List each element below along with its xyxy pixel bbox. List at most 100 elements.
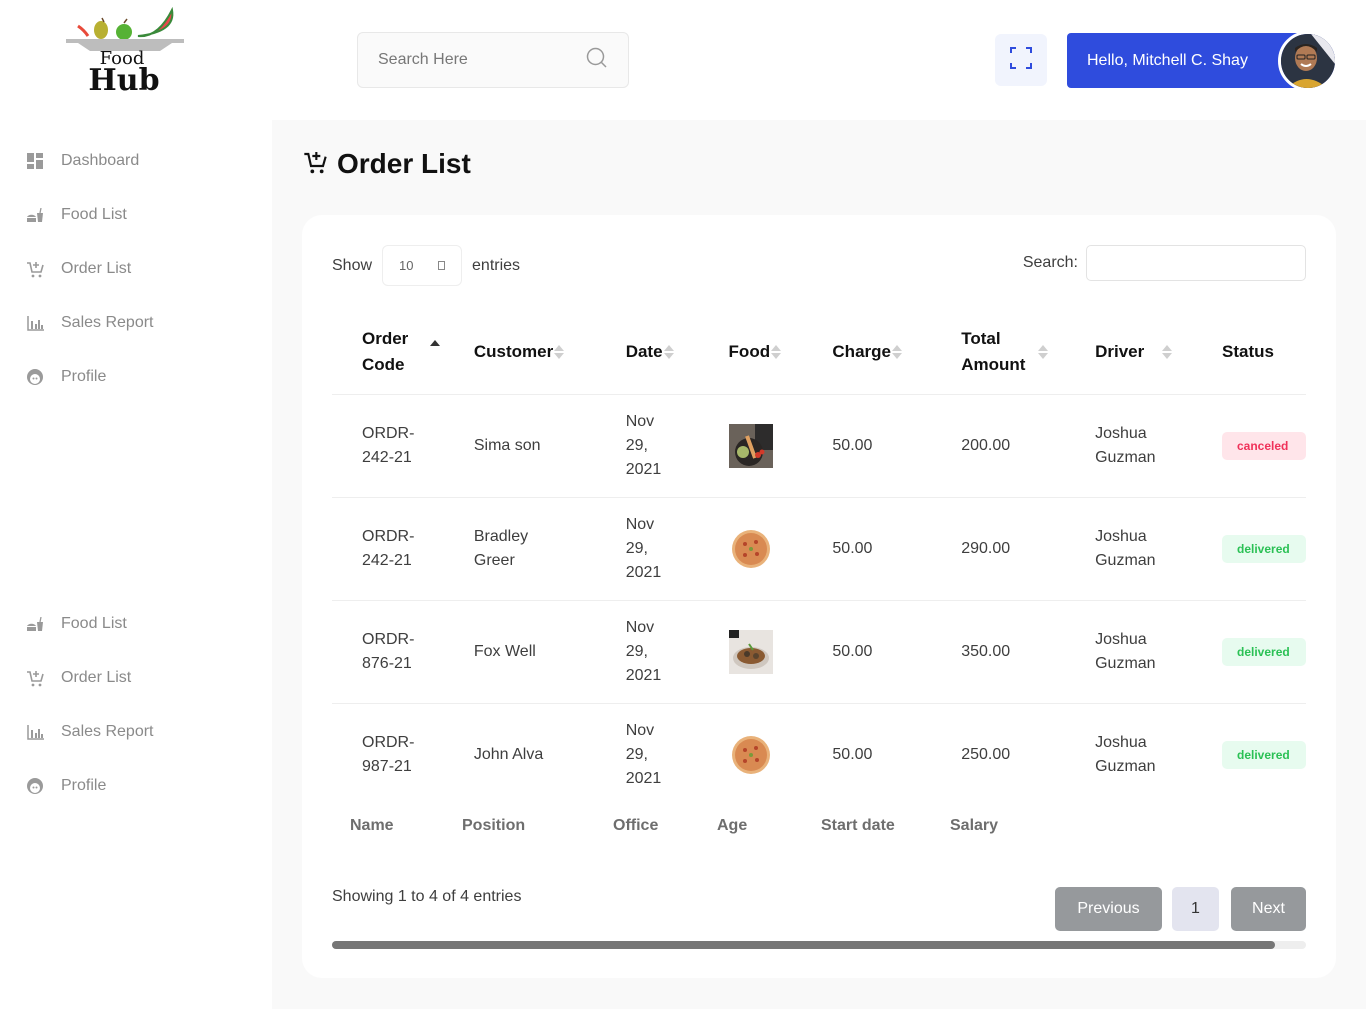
column-header-customer[interactable]: Customer xyxy=(474,310,626,394)
sort-icon xyxy=(1162,345,1172,359)
table-row[interactable]: ORDR-242-21Sima sonNov 29, 202150.00200.… xyxy=(332,394,1306,497)
order-table: Order Code Customer Date Food Charge Tot… xyxy=(332,310,1306,806)
total-amount-cell: 290.00 xyxy=(961,497,1095,600)
table-search-label: Search: xyxy=(1023,254,1078,272)
footer-column-salary: Salary xyxy=(950,817,998,835)
show-label: Show xyxy=(332,257,372,275)
sidebar-item-label: Order List xyxy=(61,669,131,687)
chart-icon xyxy=(26,723,44,741)
horizontal-scrollbar[interactable] xyxy=(332,941,1306,949)
column-header-order-code[interactable]: Order Code xyxy=(332,310,474,394)
table-row[interactable]: ORDR-876-21Fox WellNov 29, 202150.00350.… xyxy=(332,600,1306,703)
footer-column-office: Office xyxy=(613,817,717,835)
entries-select-value: 10 xyxy=(399,258,413,273)
column-header-food[interactable]: Food xyxy=(729,310,833,394)
sidebar-item-label: Profile xyxy=(61,368,106,386)
sort-icon xyxy=(664,345,674,359)
sort-icon xyxy=(554,345,564,359)
sidebar-item-label: Sales Report xyxy=(61,314,154,332)
cart-icon xyxy=(303,150,327,179)
customer-cell: Fox Well xyxy=(474,600,626,703)
food-icon xyxy=(26,206,44,224)
charge-cell: 50.00 xyxy=(832,703,961,806)
profile-icon xyxy=(26,777,44,795)
next-button[interactable]: Next xyxy=(1231,887,1306,931)
status-cell: delivered xyxy=(1222,600,1306,703)
cart-icon xyxy=(26,669,44,687)
table-info: Showing 1 to 4 of 4 entries xyxy=(332,888,521,906)
sort-icon xyxy=(892,345,902,359)
entries-select[interactable]: 10 xyxy=(382,245,462,286)
driver-cell: Joshua Guzman xyxy=(1095,600,1222,703)
fullscreen-button[interactable] xyxy=(995,34,1047,86)
pizza-image xyxy=(729,527,833,571)
sidebar-item-label: Dashboard xyxy=(61,152,139,170)
driver-cell: Joshua Guzman xyxy=(1095,394,1222,497)
table-row[interactable]: ORDR-987-21John AlvaNov 29, 202150.00250… xyxy=(332,703,1306,806)
sort-icon xyxy=(771,345,781,359)
column-header-charge[interactable]: Charge xyxy=(832,310,961,394)
sidebar-item-order-list[interactable]: Order List xyxy=(0,651,272,705)
food-cell xyxy=(729,394,833,497)
column-header-status: Status xyxy=(1222,310,1306,394)
table-search-input[interactable] xyxy=(1086,245,1306,281)
total-amount-cell: 350.00 xyxy=(961,600,1095,703)
sidebar-item-label: Food List xyxy=(61,615,127,633)
sidebar-item-label: Profile xyxy=(61,777,106,795)
header-search-input[interactable] xyxy=(378,51,586,69)
chevron-down-icon xyxy=(438,261,445,270)
footer-column-position: Position xyxy=(462,817,613,835)
food-hub-logo[interactable]: Food Hub xyxy=(64,6,188,96)
total-amount-cell: 250.00 xyxy=(961,703,1095,806)
driver-cell: Joshua Guzman xyxy=(1095,703,1222,806)
user-greeting-button[interactable]: Hello, Mitchell C. Shay xyxy=(1067,33,1309,88)
sidebar-item-sales-report[interactable]: Sales Report xyxy=(0,705,272,759)
avatar[interactable] xyxy=(1278,31,1338,91)
scrollbar-thumb[interactable] xyxy=(332,941,1275,949)
sidebar-item-label: Order List xyxy=(61,260,131,278)
sidebar-item-order-list[interactable]: Order List xyxy=(0,242,272,296)
status-cell: delivered xyxy=(1222,703,1306,806)
pasta-plate-image xyxy=(729,630,833,674)
sort-icon xyxy=(1038,345,1048,359)
sidebar-nav-repeat: Food List Order List Sales Report Profil… xyxy=(0,597,272,813)
footer-column-age: Age xyxy=(717,817,821,835)
sidebar-item-sales-report[interactable]: Sales Report xyxy=(0,296,272,350)
entries-length-control: Show 10 entries xyxy=(332,245,520,286)
food-cell xyxy=(729,600,833,703)
charge-cell: 50.00 xyxy=(832,600,961,703)
sidebar-item-profile[interactable]: Profile xyxy=(0,350,272,404)
driver-cell: Joshua Guzman xyxy=(1095,497,1222,600)
sidebar-nav: Dashboard Food List Order List Sales Rep… xyxy=(0,134,272,404)
order-code-cell: ORDR-876-21 xyxy=(332,600,474,703)
order-code-cell: ORDR-242-21 xyxy=(332,497,474,600)
sidebar-item-profile[interactable]: Profile xyxy=(0,759,272,813)
date-cell: Nov 29, 2021 xyxy=(626,394,729,497)
sidebar-item-food-list[interactable]: Food List xyxy=(0,188,272,242)
page-button-1[interactable]: 1 xyxy=(1172,887,1219,931)
sidebar-item-food-list[interactable]: Food List xyxy=(0,597,272,651)
column-header-total-amount[interactable]: Total Amount xyxy=(961,310,1095,394)
page-title-text: Order List xyxy=(337,148,471,180)
food-cell xyxy=(729,497,833,600)
pagination: Previous 1 Next xyxy=(1055,887,1306,931)
search-icon[interactable] xyxy=(586,47,608,74)
customer-cell: Sima son xyxy=(474,394,626,497)
top-header: Hello, Mitchell C. Shay xyxy=(272,0,1366,120)
column-header-driver[interactable]: Driver xyxy=(1095,310,1222,394)
sidebar-item-label: Food List xyxy=(61,206,127,224)
status-badge: delivered xyxy=(1222,638,1306,666)
table-header-row: Order Code Customer Date Food Charge Tot… xyxy=(332,310,1306,394)
food-icon xyxy=(26,615,44,633)
page-title: Order List xyxy=(303,148,471,180)
sidebar-item-dashboard[interactable]: Dashboard xyxy=(0,134,272,188)
customer-cell: Bradley Greer xyxy=(474,497,626,600)
dashboard-icon xyxy=(26,152,44,170)
column-header-date[interactable]: Date xyxy=(626,310,729,394)
status-badge: delivered xyxy=(1222,535,1306,563)
cart-icon xyxy=(26,260,44,278)
status-cell: delivered xyxy=(1222,497,1306,600)
previous-button[interactable]: Previous xyxy=(1055,887,1162,931)
table-row[interactable]: ORDR-242-21Bradley GreerNov 29, 202150.0… xyxy=(332,497,1306,600)
sidebar: Food Hub Dashboard Food List Order List xyxy=(0,0,272,1009)
